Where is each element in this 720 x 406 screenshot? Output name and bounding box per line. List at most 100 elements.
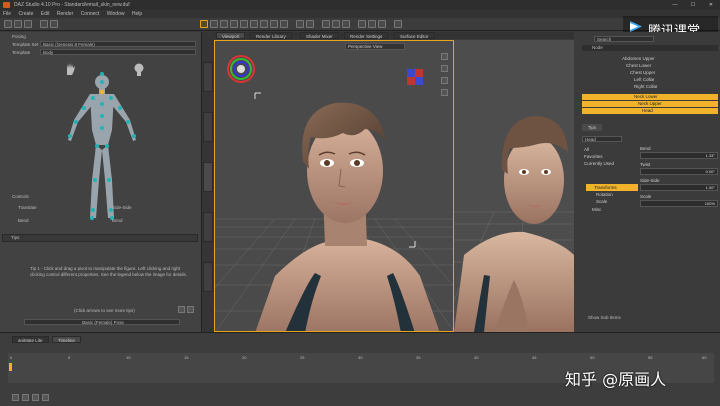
- tick-label: 40: [474, 355, 479, 360]
- rotate-tool-icon[interactable]: [230, 20, 238, 28]
- toolbar: [0, 18, 720, 31]
- menu-create[interactable]: Create: [15, 10, 36, 18]
- control-translate[interactable]: Translate: [18, 205, 37, 210]
- tab-surface-editor[interactable]: Surface Editor: [394, 32, 435, 39]
- frame-icon[interactable]: [441, 89, 448, 96]
- wireframe-icon[interactable]: [342, 20, 350, 28]
- scene-row[interactable]: Abdomen Upper: [582, 56, 718, 62]
- scale-slider[interactable]: Scale 100%: [640, 194, 718, 207]
- iray-icon[interactable]: [322, 20, 330, 28]
- menu-edit[interactable]: Edit: [38, 10, 53, 18]
- twist-slider[interactable]: Twist 0.00°: [640, 162, 718, 175]
- side-tab-active[interactable]: [203, 162, 213, 192]
- record-button[interactable]: [42, 394, 49, 401]
- scene-search-input[interactable]: Search: [594, 36, 654, 42]
- orbit-icon[interactable]: [441, 53, 448, 60]
- redo-icon[interactable]: [50, 20, 58, 28]
- stop-button[interactable]: [32, 394, 39, 401]
- prop-category[interactable]: Misc: [590, 206, 634, 213]
- prop-category[interactable]: Rotation: [594, 191, 638, 198]
- menu-render[interactable]: Render: [54, 10, 76, 18]
- viewport-orientation-gizmo[interactable]: [227, 55, 255, 83]
- pose-preset-field[interactable]: Basic (Female) Pose: [24, 319, 180, 325]
- scale-slider-value: 100%: [704, 201, 715, 206]
- scene-row[interactable]: Chest Upper: [582, 70, 718, 76]
- play-button[interactable]: [22, 394, 29, 401]
- save-icon[interactable]: [24, 20, 32, 28]
- surface-selection-icon[interactable]: [270, 20, 278, 28]
- params-tab[interactable]: Tips: [582, 124, 602, 131]
- params-node-select[interactable]: Head: [582, 136, 622, 142]
- camera-select[interactable]: Perspective View: [345, 43, 405, 50]
- menu-connect[interactable]: Connect: [78, 10, 103, 18]
- bend-slider[interactable]: Bend 1.33°: [640, 146, 718, 159]
- tab-shader-mixer[interactable]: Shader Mixer: [300, 32, 339, 39]
- tab-animate-lite[interactable]: aniMate Lite: [12, 336, 49, 343]
- universal-tool-icon[interactable]: [220, 20, 228, 28]
- menu-window[interactable]: Window: [104, 10, 128, 18]
- side-tab-5[interactable]: [203, 262, 213, 292]
- pointer-tool-icon[interactable]: [200, 20, 208, 28]
- scene-row-selected[interactable]: Neck Lower: [582, 94, 718, 100]
- tick-label: 25: [300, 355, 305, 360]
- translate-tool-icon[interactable]: [240, 20, 248, 28]
- tab-timeline[interactable]: Timeline: [52, 336, 81, 343]
- zoom-icon[interactable]: [441, 77, 448, 84]
- prop-category[interactable]: Scale: [594, 198, 638, 205]
- bend-slider-value: 1.33°: [705, 153, 715, 158]
- undo-icon[interactable]: [40, 20, 48, 28]
- scene-row[interactable]: Right Collar: [582, 84, 718, 90]
- scene-row-selected[interactable]: Neck Upper: [582, 101, 718, 107]
- menu-help[interactable]: Help: [129, 10, 145, 18]
- scene-row[interactable]: Chest Lower: [582, 63, 718, 69]
- zhihu-watermark: 知乎 @原画人: [565, 370, 667, 389]
- side-tab-1[interactable]: [203, 62, 213, 92]
- camera-icon[interactable]: [358, 20, 366, 28]
- secondary-viewport-scene: [454, 116, 574, 332]
- node-select-icon[interactable]: [210, 20, 218, 28]
- secondary-viewport[interactable]: [454, 40, 574, 332]
- scale-tool-icon[interactable]: [250, 20, 258, 28]
- view-cube-icon[interactable]: [407, 69, 423, 85]
- tab-render-library[interactable]: Render Library: [250, 32, 292, 39]
- side-side-slider[interactable]: Side-Side 1.00°: [640, 178, 718, 191]
- side-tab-4[interactable]: [203, 212, 213, 242]
- close-button[interactable]: ✕: [702, 0, 720, 10]
- scale-slider-label: Scale: [640, 194, 652, 199]
- pose-figure[interactable]: [62, 70, 142, 225]
- light-icon[interactable]: [368, 20, 376, 28]
- control-bend-alt[interactable]: Bend: [112, 218, 123, 223]
- play-back-button[interactable]: [12, 394, 19, 401]
- tab-render-settings[interactable]: Render Settings: [344, 32, 389, 39]
- new-icon[interactable]: [4, 20, 12, 28]
- primitive-icon[interactable]: [378, 20, 386, 28]
- scene-row-selected[interactable]: Head: [582, 108, 718, 114]
- tick-label: 30: [358, 355, 363, 360]
- scene-row[interactable]: Left Collar: [582, 77, 718, 83]
- control-side-side[interactable]: Side-Side: [112, 205, 132, 210]
- joint-editor-icon[interactable]: [260, 20, 268, 28]
- minimize-button[interactable]: —: [666, 0, 684, 10]
- posing-panel: Posing Template Set Basic (Genesis 8 Fem…: [0, 32, 202, 332]
- spot-render-icon[interactable]: [280, 20, 288, 28]
- playhead[interactable]: [9, 363, 12, 371]
- open-icon[interactable]: [14, 20, 22, 28]
- main-viewport[interactable]: Perspective View: [214, 40, 454, 332]
- template-set-select[interactable]: Basic (Genesis 8 Female): [40, 41, 196, 47]
- preview-lights-icon[interactable]: [332, 20, 340, 28]
- pan-icon[interactable]: [441, 65, 448, 72]
- tips-tab[interactable]: Tips: [11, 235, 19, 240]
- maximize-button[interactable]: ☐: [684, 0, 702, 10]
- layout-icon[interactable]: [394, 20, 402, 28]
- tab-viewport[interactable]: Viewport: [216, 32, 246, 39]
- render-icon[interactable]: [296, 20, 304, 28]
- prop-category-selected[interactable]: Transforms: [586, 184, 638, 191]
- menu-file[interactable]: File: [0, 10, 14, 18]
- tip-next-button[interactable]: [187, 306, 194, 313]
- render-settings-icon[interactable]: [306, 20, 314, 28]
- tip-prev-button[interactable]: [178, 306, 185, 313]
- side-tab-2[interactable]: [203, 112, 213, 142]
- template-select[interactable]: Body: [40, 49, 196, 55]
- show-subitems-checkbox[interactable]: Show Sub Items: [588, 315, 621, 320]
- control-bend[interactable]: Bend: [18, 218, 29, 223]
